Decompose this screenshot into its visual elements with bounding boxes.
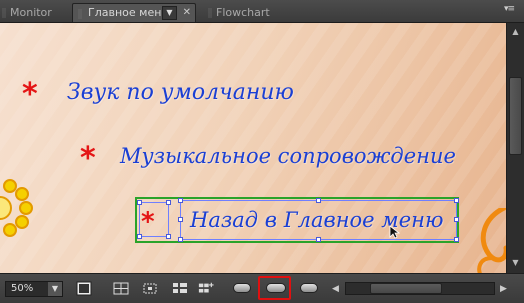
scroll-left-icon[interactable]: ◀ [332, 281, 344, 297]
resize-handle[interactable] [454, 217, 459, 222]
button-style-large-icon[interactable] [300, 283, 318, 293]
scroll-down-icon[interactable]: ▼ [507, 255, 524, 271]
horizontal-scroll-thumb[interactable] [370, 283, 442, 294]
tab-main-menu-label: Главное меню [88, 6, 171, 19]
resize-handle[interactable] [166, 200, 171, 205]
vertical-scroll-thumb[interactable] [509, 77, 522, 155]
mouse-cursor-icon [389, 225, 401, 239]
tab-bar: Monitor Главное меню ▼ ✕ Flowchart ▾≡ [0, 0, 524, 23]
flower-decoration-icon [0, 179, 33, 237]
vertical-scrollbar[interactable]: ▲ ▼ [506, 23, 524, 273]
resize-handle[interactable] [316, 237, 321, 242]
scroll-up-icon[interactable]: ▲ [507, 24, 524, 40]
resize-handle[interactable] [166, 234, 171, 239]
zoom-select[interactable]: 50% ▼ [5, 281, 63, 297]
horizontal-scrollbar[interactable] [345, 282, 495, 295]
bullet-star-icon: * [22, 77, 38, 112]
zoom-value: 50% [11, 283, 34, 294]
menu-item-default-sound[interactable]: Звук по умолчанию [67, 79, 294, 107]
resize-handle[interactable] [178, 217, 183, 222]
menu-item-back-to-main-menu[interactable]: Назад в Главное меню [190, 206, 443, 234]
bullet-star-icon: * [80, 141, 96, 176]
resize-handle[interactable] [137, 200, 142, 205]
chevron-down-icon[interactable]: ▼ [48, 282, 62, 296]
safe-area-icon[interactable] [76, 281, 92, 296]
layout-icon[interactable] [172, 281, 188, 296]
tab-flowchart-label: Flowchart [216, 6, 270, 19]
grip-icon [208, 8, 212, 18]
scroll-right-icon[interactable]: ▶ [500, 281, 512, 297]
close-icon[interactable]: ✕ [183, 4, 191, 21]
menu-canvas[interactable]: * Звук по умолчанию * Музыкальное сопров… [0, 23, 506, 273]
resize-handle[interactable] [454, 237, 459, 242]
resize-handle[interactable] [178, 237, 183, 242]
bullet-star-icon: * [141, 207, 155, 237]
button-style-small-icon[interactable] [233, 283, 251, 293]
resize-handle[interactable] [316, 198, 321, 203]
tab-monitor[interactable]: Monitor [0, 3, 64, 22]
chevron-down-icon[interactable]: ▼ [162, 6, 177, 20]
tab-flowchart[interactable]: Flowchart [206, 3, 306, 22]
routing-icon[interactable] [142, 281, 158, 296]
grip-icon [2, 8, 6, 18]
menu-item-music-accompaniment[interactable]: Музыкальное сопровождение [120, 142, 456, 170]
grid-icon[interactable] [113, 281, 129, 296]
tab-main-menu[interactable]: Главное меню ▼ ✕ [72, 3, 196, 22]
add-layout-icon[interactable] [198, 281, 214, 296]
resize-handle[interactable] [454, 198, 459, 203]
button-style-medium-icon[interactable] [266, 283, 286, 293]
resize-handle[interactable] [137, 234, 142, 239]
tab-monitor-label: Monitor [10, 6, 52, 19]
panel-menu-icon[interactable]: ▾≡ [504, 5, 515, 14]
grip-icon [78, 9, 82, 19]
resize-handle[interactable] [178, 198, 183, 203]
bottom-toolbar: 50% ▼ ◀ ▶ [0, 273, 524, 303]
swirl-decoration-icon [477, 208, 506, 273]
